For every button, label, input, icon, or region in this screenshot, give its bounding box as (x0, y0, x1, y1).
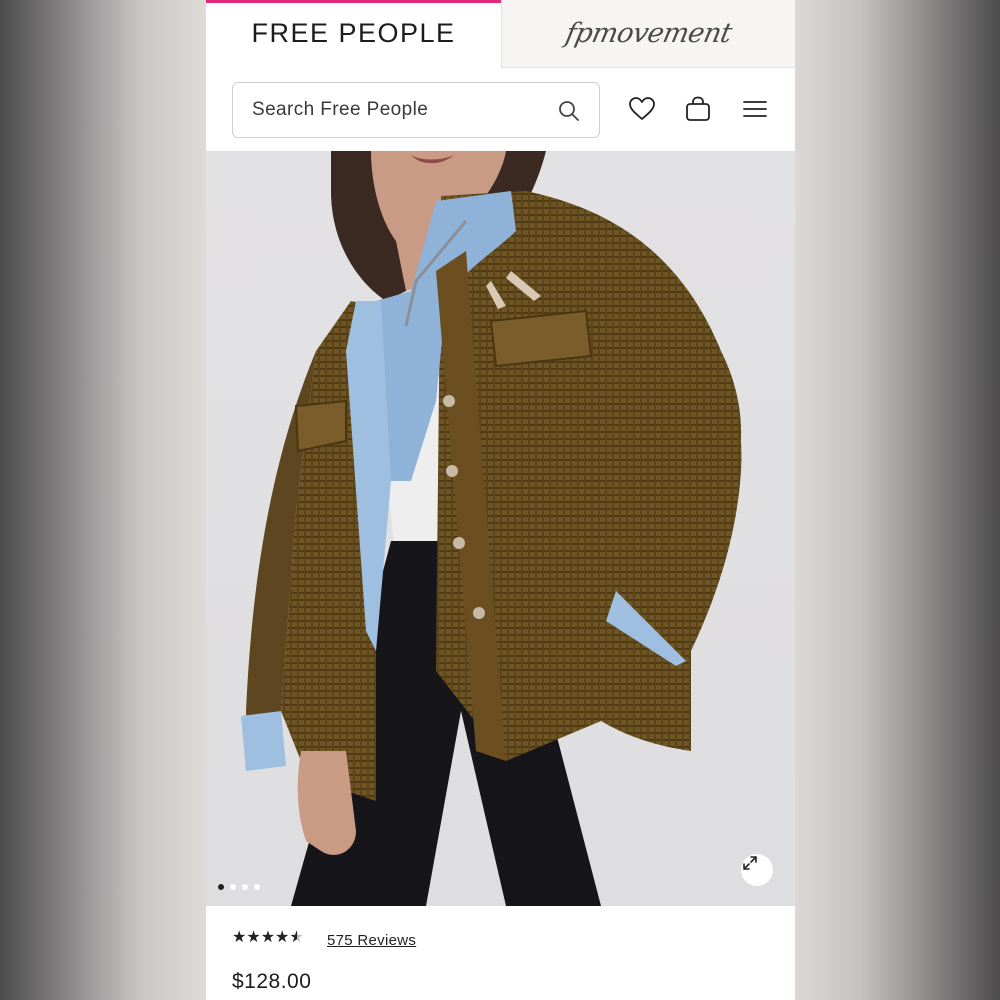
brand-tabs: FREE PEOPLE fpmovement (206, 0, 795, 68)
heart-icon[interactable] (627, 94, 657, 124)
free-people-logo: FREE PEOPLE (251, 18, 456, 48)
star-icon: ★ (275, 929, 290, 946)
product-info: ★ ★ ★ ★ ★ 575 Reviews $128.00 (206, 906, 795, 1000)
star-rating: ★ ★ ★ ★ ★ (232, 928, 304, 948)
search-input[interactable]: Search Free People (232, 82, 600, 138)
header-bar: Search Free People (206, 68, 795, 150)
star-icon: ★ (260, 929, 276, 946)
star-icon: ★ (232, 929, 247, 946)
menu-icon[interactable] (740, 94, 770, 124)
carousel-dot-3[interactable] (242, 884, 248, 890)
expand-icon (743, 856, 757, 870)
expand-image-button[interactable] (741, 854, 773, 886)
reviews-link[interactable]: 575 Reviews (327, 932, 416, 949)
carousel-dot-2[interactable] (230, 884, 236, 890)
search-placeholder: Search Free People (252, 99, 429, 120)
half-star-icon: ★ (289, 929, 304, 946)
fp-movement-logo: fpmovement (562, 18, 735, 49)
product-photo-illustration (241, 151, 742, 906)
product-price: $128.00 (232, 970, 312, 993)
product-image[interactable] (206, 151, 795, 906)
phone-screen: FREE PEOPLE fpmovement Search Free Peopl… (206, 0, 795, 1000)
tab-fp-movement[interactable]: fpmovement (501, 0, 795, 68)
image-carousel-dots[interactable] (218, 884, 260, 890)
tab-free-people[interactable]: FREE PEOPLE (206, 0, 501, 68)
search-icon[interactable] (557, 99, 581, 123)
star-icon: ★ (246, 929, 261, 946)
bag-icon[interactable] (683, 94, 713, 124)
carousel-dot-4[interactable] (254, 884, 260, 890)
carousel-dot-1[interactable] (218, 884, 224, 890)
